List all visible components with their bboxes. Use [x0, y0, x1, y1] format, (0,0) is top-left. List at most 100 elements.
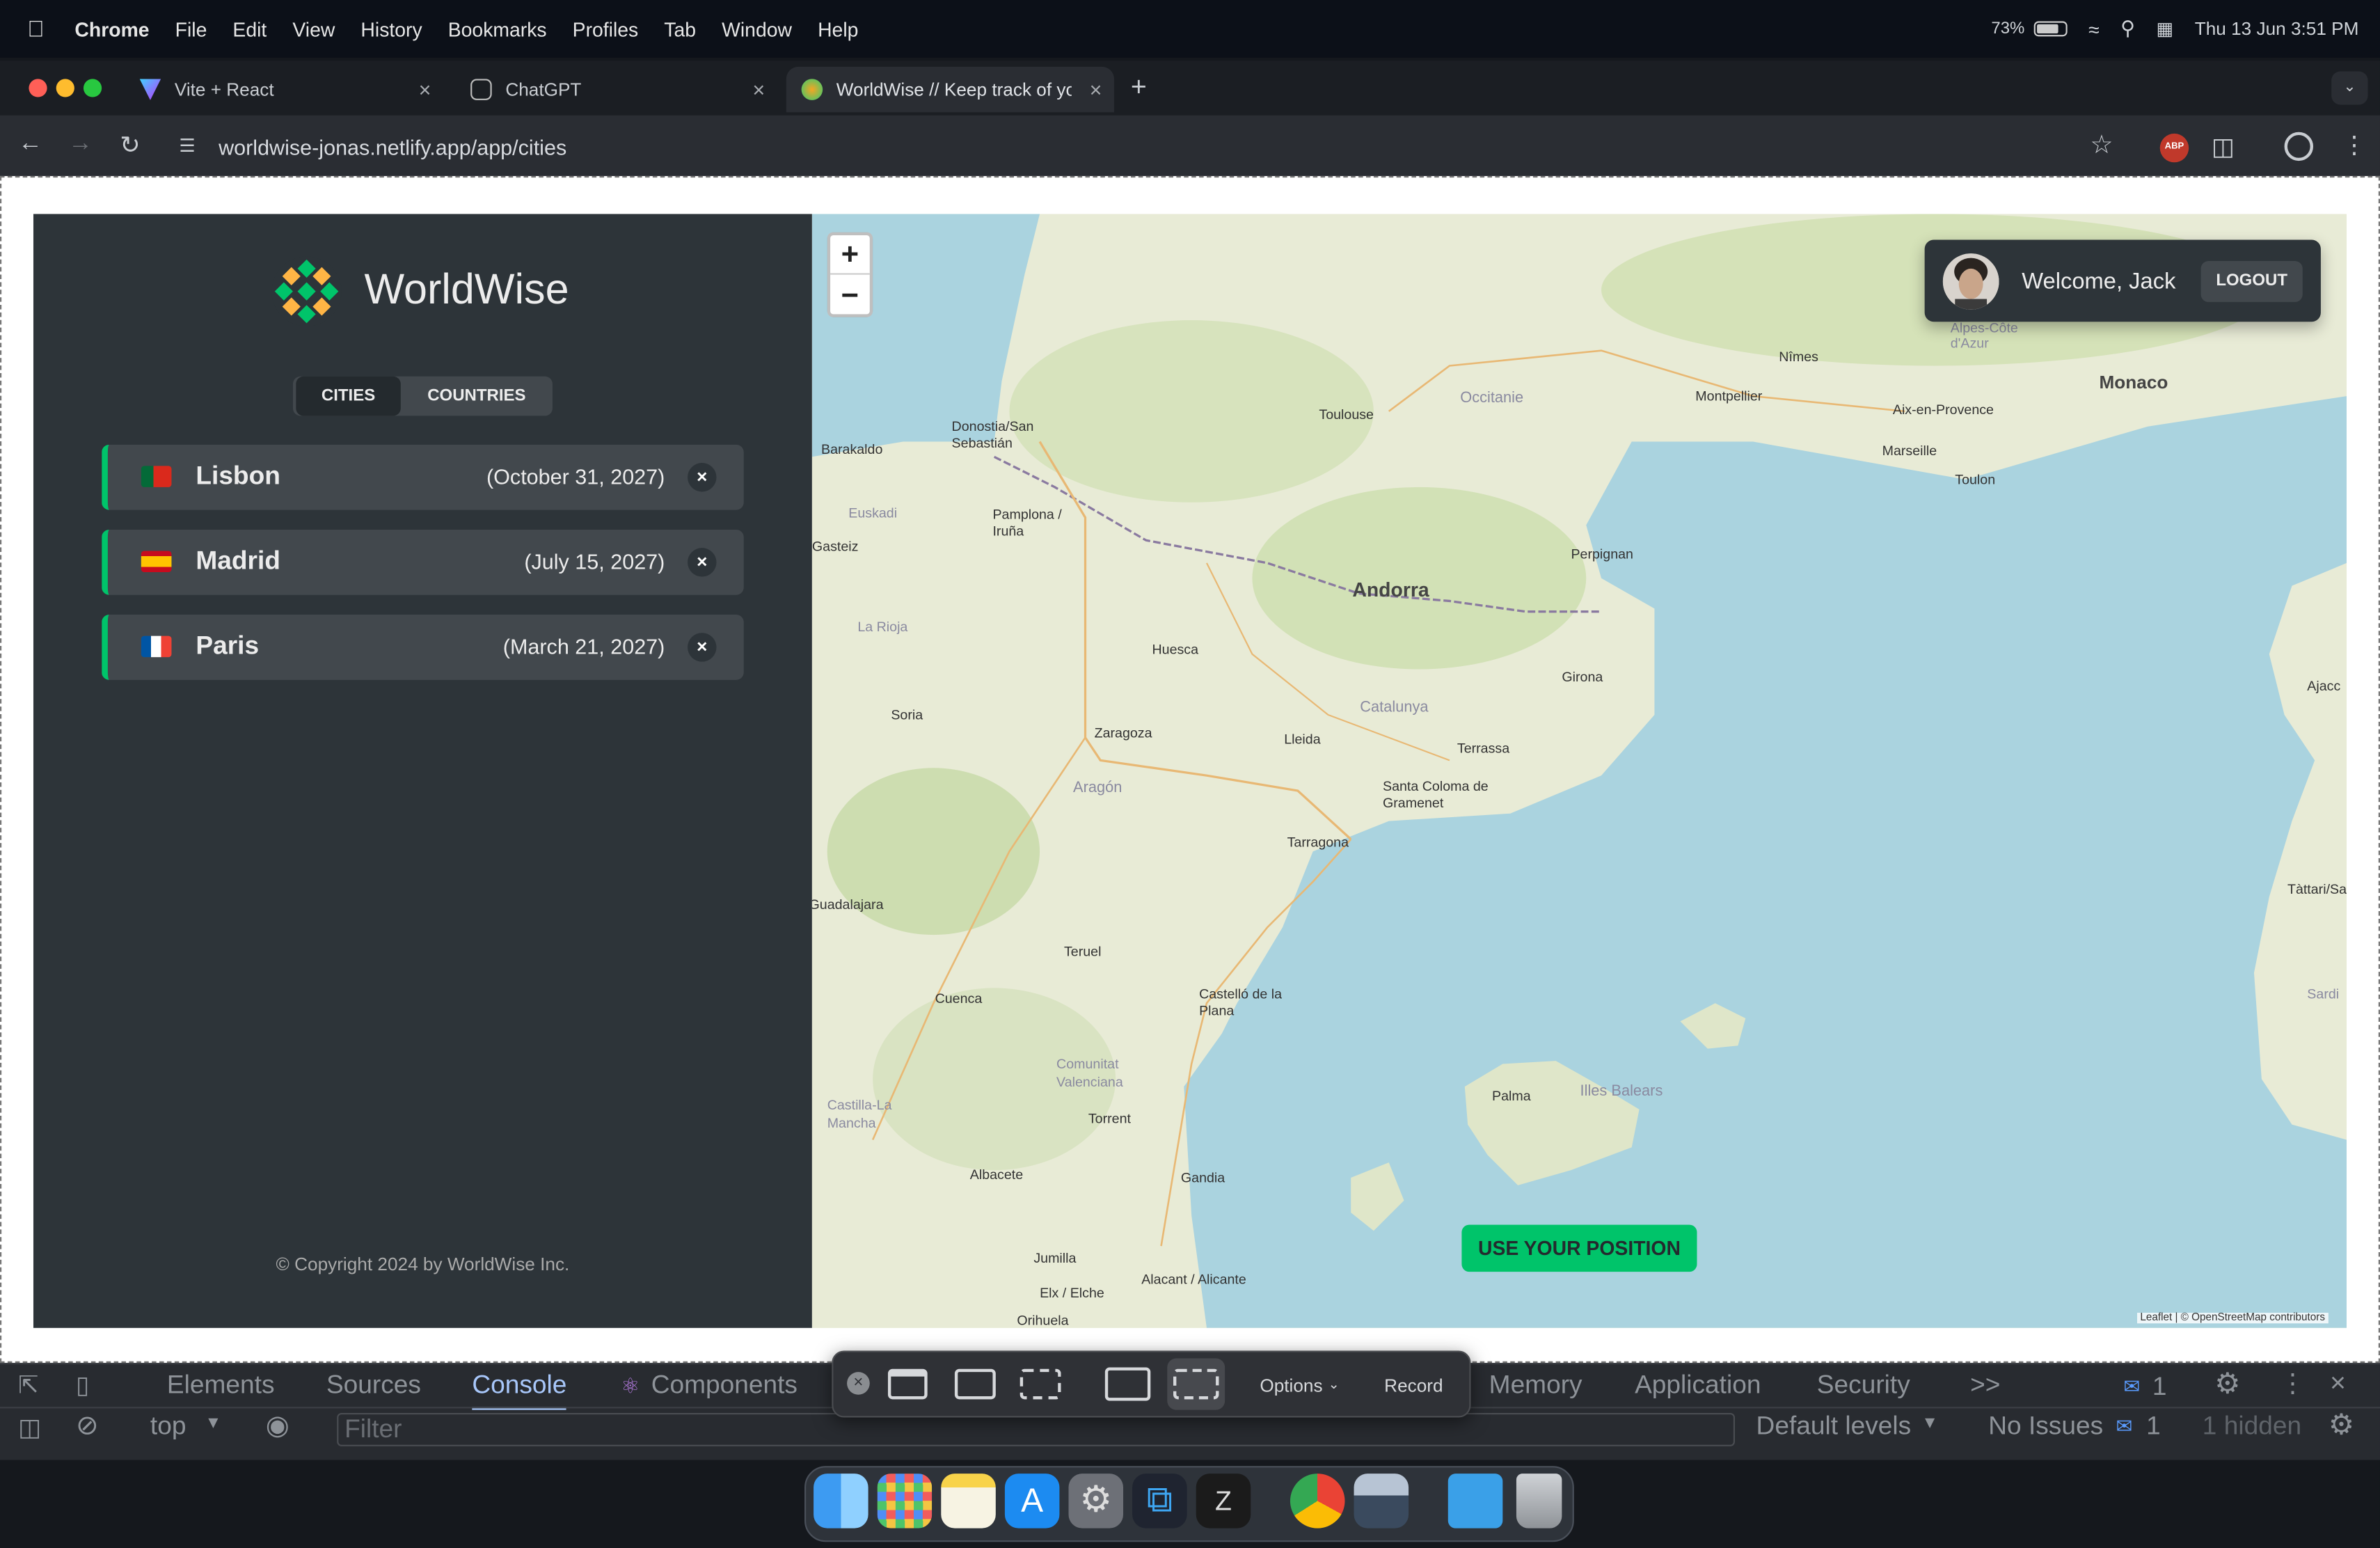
zoom-in-button[interactable]: + [830, 235, 870, 275]
react-icon: ⚛ [621, 1373, 640, 1398]
console-settings-icon[interactable]: ⚙ [2329, 1408, 2354, 1443]
logo-text[interactable]: WorldWise [364, 266, 569, 315]
app-store-icon[interactable]: A [1004, 1474, 1060, 1529]
capture-record-button[interactable]: Record [1384, 1375, 1443, 1396]
devtools-tab-application[interactable]: Application [1635, 1371, 1761, 1401]
menu-window[interactable]: Window [722, 17, 792, 40]
system-settings-icon[interactable]: ⚙ [1068, 1474, 1124, 1529]
datetime[interactable]: Thu 13 Jun 3:51 PM [2195, 18, 2359, 40]
delete-city-button[interactable]: × [688, 633, 717, 662]
window-minimize-button[interactable] [56, 79, 74, 97]
browser-tab[interactable]: Vite + React × [125, 67, 443, 112]
more-vert-icon[interactable]: ⋮ [2280, 1369, 2306, 1400]
capture-selection-icon[interactable] [1020, 1368, 1061, 1400]
menu-edit[interactable]: Edit [232, 17, 267, 40]
menu-file[interactable]: File [175, 17, 207, 40]
capture-screen-icon[interactable] [954, 1368, 996, 1400]
close-devtools-icon[interactable]: × [2330, 1368, 2346, 1400]
sidebar-toggle-icon[interactable]: ◫ [18, 1413, 41, 1444]
close-icon[interactable]: × [1090, 77, 1102, 102]
control-center-icon[interactable]: ▦ [2156, 18, 2173, 40]
log-levels-select[interactable]: Default levels [1756, 1412, 1912, 1442]
devtools-tab-sources[interactable]: Sources [326, 1371, 421, 1401]
wifi-icon[interactable]: ≈ [2088, 17, 2100, 40]
profile-icon[interactable] [2284, 132, 2314, 161]
browser-tab-active[interactable]: WorldWise // Keep track of yo × [786, 66, 1114, 113]
map-attribution[interactable]: Leaflet | © OpenStreetMap contributors [2137, 1313, 2329, 1324]
eye-icon[interactable]: ◉ [266, 1410, 289, 1442]
tab-countries[interactable]: COUNTRIES [404, 377, 549, 416]
browser-tab[interactable]: ChatGPT × [455, 67, 777, 112]
map-label: Terrassa [1457, 741, 1510, 756]
tab-search-icon[interactable]: ⌄ [2331, 71, 2368, 105]
capture-options-button[interactable]: Options [1260, 1375, 1322, 1396]
tab-cities[interactable]: CITIES [296, 376, 401, 416]
zoom-out-button[interactable]: − [830, 276, 870, 316]
devtools-tab-console[interactable]: Console [472, 1371, 567, 1410]
finder-icon[interactable] [814, 1474, 868, 1529]
menu-app-name[interactable]: Chrome [74, 17, 149, 40]
apple-icon[interactable]:  [27, 16, 45, 42]
window-close-button[interactable] [29, 79, 47, 97]
extensions-icon[interactable]: ◫ [2212, 132, 2235, 163]
menu-tab[interactable]: Tab [664, 17, 696, 40]
map[interactable]: Andorra Monaco Toulouse Occitanie Montpe… [811, 214, 2347, 1328]
use-position-button[interactable]: USE YOUR POSITION [1461, 1224, 1697, 1272]
logout-button[interactable]: LOGOUT [2200, 261, 2303, 302]
settings-gear-icon[interactable]: ⚙ [2214, 1368, 2240, 1403]
battery-icon[interactable] [2033, 21, 2068, 37]
launchpad-icon[interactable] [877, 1474, 933, 1529]
window-maximize-button[interactable] [83, 79, 102, 97]
record-screen-icon[interactable] [1104, 1367, 1151, 1401]
menu-view[interactable]: View [292, 17, 335, 40]
map-label: Zaragoza [1094, 725, 1152, 741]
close-capture-icon[interactable]: × [847, 1372, 870, 1395]
zed-icon[interactable]: Z [1196, 1474, 1251, 1529]
city-item[interactable]: Paris (March 21, 2027) × [102, 615, 744, 680]
city-item[interactable]: Lisbon (October 31, 2027) × [102, 444, 744, 510]
console-filter-input[interactable]: Filter [337, 1412, 1736, 1446]
context-selector[interactable]: top [150, 1412, 187, 1442]
capture-window-icon[interactable] [887, 1368, 928, 1400]
delete-city-button[interactable]: × [688, 548, 717, 577]
inspect-icon[interactable]: ⇱ [18, 1371, 38, 1401]
folder-icon[interactable] [1447, 1474, 1503, 1529]
devtools-tab-memory[interactable]: Memory [1489, 1371, 1582, 1401]
device-toolbar-icon[interactable]: ▯ [76, 1371, 89, 1401]
chrome-icon[interactable] [1290, 1474, 1345, 1529]
adblock-icon[interactable]: ABP [2159, 133, 2189, 163]
menu-bookmarks[interactable]: Bookmarks [448, 17, 547, 40]
devtools-tab-security[interactable]: Security [1817, 1371, 1910, 1401]
worldwise-logo-icon[interactable] [270, 255, 343, 328]
more-tabs-icon[interactable]: >> [1970, 1371, 2000, 1401]
close-icon[interactable]: × [419, 77, 431, 102]
menu-profiles[interactable]: Profiles [573, 17, 639, 40]
reload-icon[interactable]: ↻ [120, 131, 140, 161]
notes-icon[interactable] [941, 1474, 996, 1529]
bookmark-star-icon[interactable]: ☆ [2090, 131, 2113, 161]
forward-icon[interactable]: → [68, 131, 93, 158]
menu-help[interactable]: Help [818, 17, 858, 40]
delete-city-button[interactable]: × [688, 463, 717, 492]
new-tab-icon[interactable]: + [1131, 71, 1147, 103]
more-menu-icon[interactable]: ⋮ [2342, 131, 2366, 161]
city-item[interactable]: Madrid (July 15, 2027) × [102, 529, 744, 595]
message-icon[interactable]: ✉ [2123, 1375, 2140, 1399]
vscode-icon[interactable]: ⧉ [1132, 1474, 1187, 1529]
devtools-tab-components[interactable]: Components [651, 1371, 798, 1401]
back-icon[interactable]: ← [18, 131, 42, 158]
preview-icon[interactable] [1354, 1474, 1409, 1529]
map-label: Castilla-La Mancha [827, 1097, 892, 1131]
menu-history[interactable]: History [360, 17, 422, 40]
trash-icon[interactable] [1516, 1474, 1562, 1529]
devtools-tab-elements[interactable]: Elements [167, 1371, 275, 1401]
issues-label[interactable]: No Issues [1988, 1412, 2103, 1442]
map-label: Comunitat Valenciana [1056, 1056, 1123, 1090]
search-icon[interactable]: ⚲ [2120, 17, 2135, 41]
clear-console-icon[interactable]: ⊘ [76, 1410, 99, 1442]
city-date: (March 21, 2027) [502, 634, 665, 659]
close-icon[interactable]: × [752, 77, 765, 102]
map-label: Santa Coloma de Gramenet [1383, 778, 1489, 811]
map-label: Donostia/San Sebastián [951, 418, 1034, 451]
address-bar[interactable]: worldwise-jonas.netlify.app/app/cities [167, 129, 2140, 165]
